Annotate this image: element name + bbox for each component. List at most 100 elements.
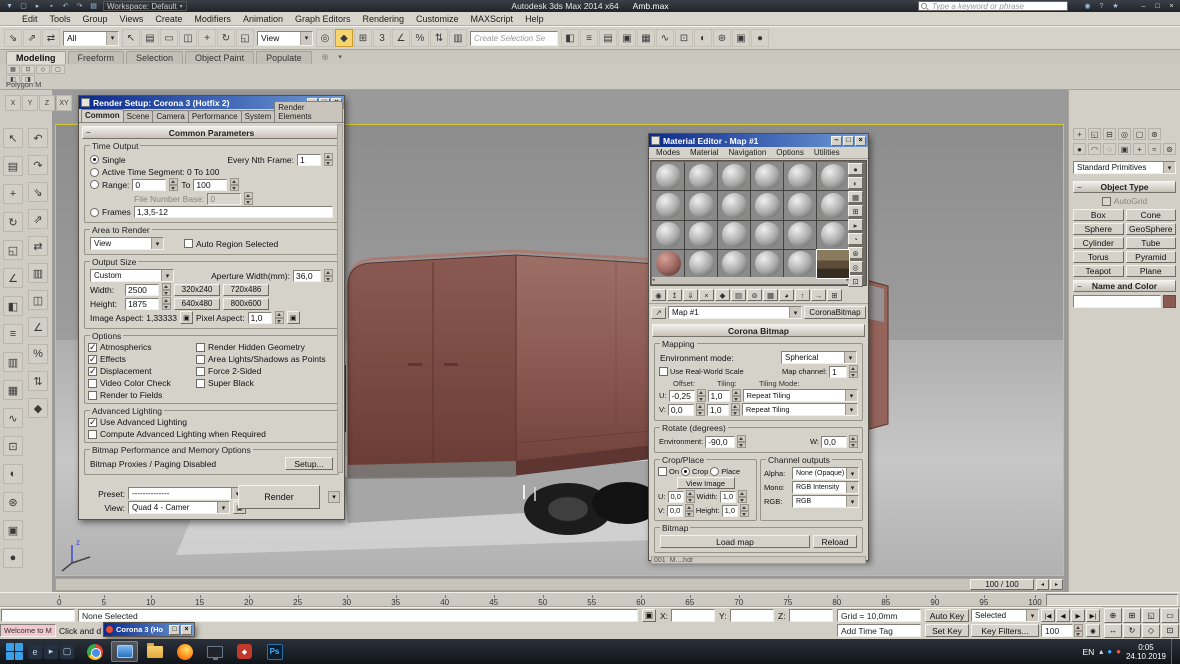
make-unique-icon[interactable]: ◆ [715,289,730,301]
curve-editor-icon[interactable]: ∿ [656,29,674,47]
material-sample-slot[interactable] [784,191,816,220]
play-icon[interactable]: ▶ [1071,609,1085,622]
select-object-icon[interactable]: ↖ [3,128,23,148]
output-size-dropdown[interactable]: Custom [90,269,174,282]
corona-vfb-minimized-window[interactable]: Corona 3 (Ho □ × [103,622,195,637]
spinner[interactable] [731,389,741,402]
go-to-parent-icon[interactable]: ↑ [795,289,810,301]
render-setup-tab-camera[interactable]: Camera [152,110,189,122]
assign-material-icon[interactable]: ⇓ [683,289,698,301]
create-torus-button[interactable]: Torus [1073,251,1124,263]
render-setup-tab-system[interactable]: System [240,110,276,122]
material-menu-utilities[interactable]: Utilities [809,148,845,157]
place-radio[interactable] [710,467,720,476]
map-type-button[interactable]: CoronaBitmap [804,306,866,319]
reset-map-icon[interactable]: × [699,289,714,301]
snaps-toggle-icon[interactable]: ∠ [3,268,23,288]
backlight-icon[interactable]: ◐ [848,177,863,189]
workspace-dropdown[interactable]: Workspace: Default [103,1,187,11]
show-map-in-viewport-icon[interactable]: ▦ [763,289,778,301]
material-sample-slot[interactable] [784,220,816,249]
material-editor-titlebar[interactable]: Material Editor - Map #1 – □ × [649,134,868,147]
menu-modifiers[interactable]: Modifiers [188,14,237,24]
checkbox-compute-advanced-lighting-when-required[interactable] [88,429,97,439]
material-sample-slot[interactable] [751,220,783,249]
selection-lock-toggle[interactable]: ▣ [642,609,656,622]
unlink-icon[interactable]: ⇗ [28,209,48,229]
spinner[interactable] [739,504,749,517]
material-sample-slot[interactable] [816,248,850,280]
create-teapot-button[interactable]: Teapot [1073,265,1124,277]
material-sample-slot[interactable] [817,162,849,191]
new-scene-icon[interactable]: ▢ [17,1,30,12]
spacewarps-icon[interactable]: ≈ [1148,143,1161,155]
select-and-scale-icon[interactable]: ◱ [3,240,23,260]
favorites-icon[interactable]: ★ [1109,1,1122,12]
angle-snap-icon[interactable]: ∠ [28,317,48,337]
window-crossing-toggle-icon[interactable]: ◫ [179,29,197,47]
align-icon[interactable]: ≡ [3,324,23,344]
material-sample-slot[interactable] [718,249,750,278]
sample-uv-tiling-icon[interactable]: ⊞ [848,205,863,217]
spinner[interactable] [730,403,740,416]
render-setup-tab-common[interactable]: Common [81,109,124,122]
track-bar[interactable]: 0 5 10 15 20 25 30 35 40 45 50 55 60 65 70 75 80 85 90 95 10… [0,592,1180,607]
spinner[interactable] [737,435,747,448]
unlink-selection-icon[interactable]: ⇗ [23,29,41,47]
single-radio[interactable] [90,155,99,164]
axis-plane-constraint-icon[interactable]: XY [56,95,72,111]
material-sample-slot[interactable] [685,220,717,249]
u-offset-field[interactable]: -0,25 [668,389,695,402]
percent-snap-toggle-icon[interactable]: % [411,29,429,47]
menu-group[interactable]: Group [77,14,114,24]
spinner[interactable] [162,283,171,296]
open-file-icon[interactable]: ▸ [31,1,44,12]
percent-snap-icon[interactable]: % [28,344,48,364]
time-slider-handle[interactable]: 100 / 100 [970,579,1034,590]
lights-icon[interactable]: ◌ [1103,143,1116,155]
schematic-view-icon[interactable]: ⊡ [675,29,693,47]
put-to-library-icon[interactable]: ▤ [731,289,746,301]
checkbox-atmospherics[interactable] [88,342,97,353]
taskbar-button-firefox-icon[interactable] [171,641,198,662]
named-sets-icon[interactable]: ▥ [28,263,48,283]
render-setup-tab-scene[interactable]: Scene [122,110,154,122]
select-and-move-icon[interactable]: + [3,184,23,204]
create-tab-icon[interactable]: + [1073,128,1086,140]
create-geosphere-button[interactable]: GeoSphere [1125,223,1176,235]
named-selection-set-input[interactable]: Create Selection Se [470,30,558,46]
ie-icon[interactable]: e [28,644,42,659]
border-mode-icon[interactable]: ▢ [51,65,65,74]
select-and-link-icon[interactable]: ⇘ [4,29,22,47]
corona-bitmap-rollout[interactable]: Corona Bitmap [652,324,865,337]
snaps-toggle-icon[interactable]: 3 [373,29,391,47]
cameras-icon[interactable]: ▣ [1118,143,1131,155]
maximize-icon[interactable]: □ [1151,1,1164,12]
make-preview-icon[interactable]: ◔ [848,233,863,245]
restore-icon[interactable]: □ [169,624,180,635]
rectangular-selection-region-icon[interactable]: ▭ [160,29,178,47]
material-sample-slot[interactable] [685,162,717,191]
taskbar-button-red-app-icon[interactable]: ◆ [231,641,258,662]
sample-type-icon[interactable]: ● [848,163,863,175]
spinner[interactable] [849,365,858,378]
create-tube-button[interactable]: Tube [1125,237,1176,249]
redo-icon[interactable]: ↷ [28,155,48,175]
y-coordinate-field[interactable] [730,609,774,622]
close-icon[interactable]: × [855,135,866,146]
preset-320x240-button[interactable]: 320x240 [174,283,220,296]
spinner[interactable] [737,490,747,503]
bitmap-proxies-setup-button[interactable]: Setup... [285,457,333,470]
go-to-start-icon[interactable]: |◀ [1041,609,1055,622]
layer-explorer-icon[interactable]: ▣ [618,29,636,47]
object-type-rollout[interactable]: − Object Type [1073,181,1176,193]
rotate-environment-field[interactable]: -90,0 [705,435,736,448]
scroll-right-icon[interactable]: ▸ [846,277,849,284]
use-pivot-point-center-icon[interactable]: ◎ [316,29,334,47]
frames-radio[interactable] [90,207,99,217]
media-player-icon[interactable]: ▸ [44,644,58,659]
view-image-button[interactable]: View Image [676,477,735,489]
select-and-manipulate-icon[interactable]: ◆ [335,29,353,47]
spinner[interactable] [324,269,333,282]
spinner-snap-icon[interactable]: ⇅ [28,371,48,391]
